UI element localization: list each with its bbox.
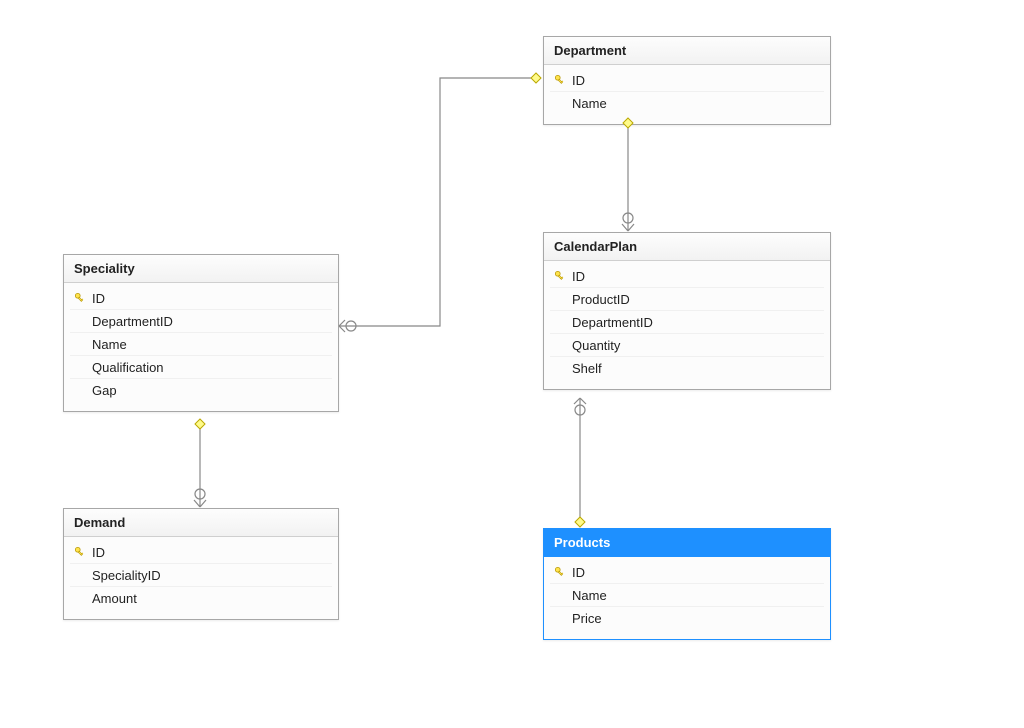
field-row[interactable]: ID [550,265,824,288]
field-row[interactable]: Gap [70,379,332,401]
rel-calendar-products [574,398,586,527]
rel-speciality-department [339,73,541,332]
field-row[interactable]: DepartmentID [70,310,332,333]
field-row[interactable]: Price [550,607,824,629]
entity-body: ID DepartmentID Name Qualification Gap [64,283,338,411]
entity-demand[interactable]: Demand ID SpecialityID Amount [63,508,339,620]
field-row[interactable]: ProductID [550,288,824,311]
entity-products[interactable]: Products ID Name Price [543,528,831,640]
primary-key-icon [554,270,566,282]
field-name: ID [90,291,326,306]
key-column [70,292,90,304]
field-name: SpecialityID [90,568,326,583]
rel-demand-speciality [194,419,206,507]
field-name: ID [570,565,818,580]
field-name: Quantity [570,338,818,353]
field-name: Amount [90,591,326,606]
entity-body: ID Name [544,65,830,124]
field-name: ProductID [570,292,818,307]
primary-key-icon [74,546,86,558]
field-row[interactable]: Name [550,584,824,607]
entity-title: Department [544,37,830,65]
field-name: Name [570,96,818,111]
key-column [70,546,90,558]
field-row[interactable]: Shelf [550,357,824,379]
entity-speciality[interactable]: Speciality ID DepartmentID Name Qualificati… [63,254,339,412]
field-name: ID [570,73,818,88]
primary-key-icon [74,292,86,304]
primary-key-icon [554,566,566,578]
entity-title: CalendarPlan [544,233,830,261]
field-row[interactable]: Qualification [70,356,332,379]
field-name: Price [570,611,818,626]
entity-title: Speciality [64,255,338,283]
field-row[interactable]: ID [550,561,824,584]
field-row[interactable]: ID [70,287,332,310]
field-row[interactable]: ID [550,69,824,92]
key-column [550,270,570,282]
field-row[interactable]: Name [550,92,824,114]
key-column [550,566,570,578]
rel-calendar-department [622,118,634,231]
primary-key-icon [554,74,566,86]
field-name: Qualification [90,360,326,375]
field-name: Name [90,337,326,352]
field-name: ID [570,269,818,284]
entity-department[interactable]: Department ID Name [543,36,831,125]
field-name: DepartmentID [570,315,818,330]
field-row[interactable]: Name [70,333,332,356]
key-column [550,74,570,86]
field-name: DepartmentID [90,314,326,329]
field-name: Gap [90,383,326,398]
entity-body: ID Name Price [544,557,830,639]
field-row[interactable]: Quantity [550,334,824,357]
field-row[interactable]: DepartmentID [550,311,824,334]
entity-title: Products [544,529,830,557]
entity-body: ID ProductID DepartmentID Quantity Shelf [544,261,830,389]
entity-body: ID SpecialityID Amount [64,537,338,619]
entity-title: Demand [64,509,338,537]
entity-calendarplan[interactable]: CalendarPlan ID ProductID DepartmentID Quan… [543,232,831,390]
field-name: ID [90,545,326,560]
field-name: Name [570,588,818,603]
field-row[interactable]: Amount [70,587,332,609]
field-name: Shelf [570,361,818,376]
field-row[interactable]: ID [70,541,332,564]
field-row[interactable]: SpecialityID [70,564,332,587]
